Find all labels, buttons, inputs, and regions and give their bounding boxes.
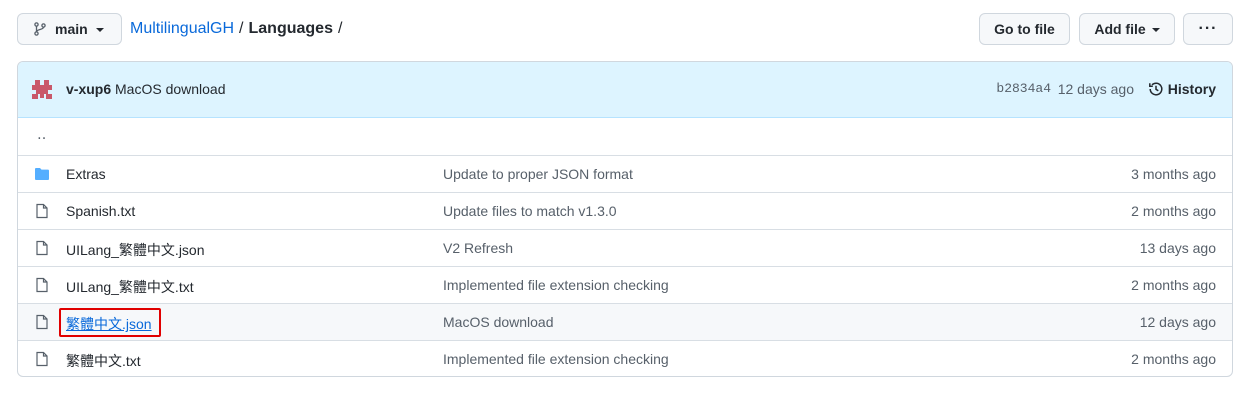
file-commit-time: 2 months ago [1131, 351, 1216, 367]
chevron-down-icon [95, 28, 104, 32]
file-commit-time: 3 months ago [1131, 166, 1216, 182]
file-row[interactable]: Spanish.txt Update files to match v1.3.0… [18, 192, 1232, 229]
avatar[interactable] [31, 79, 53, 101]
commit-author-link[interactable]: v-xup6 [66, 81, 111, 97]
file-row[interactable]: 繁體中文.txt Implemented file extension chec… [18, 340, 1232, 376]
history-button[interactable]: History [1148, 81, 1216, 97]
git-branch-icon [32, 21, 48, 37]
file-name-link[interactable]: UILang_繁體中文.json [66, 240, 205, 260]
file-icon [34, 351, 50, 367]
add-file-button[interactable]: Add file [1079, 13, 1175, 45]
file-icon [34, 314, 50, 330]
file-icon [34, 240, 50, 256]
parent-directory-link[interactable]: ‥ [37, 126, 47, 143]
file-row-highlighted[interactable]: 繁體中文.json MacOS download 12 days ago [18, 303, 1232, 340]
file-commit-time: 2 months ago [1131, 277, 1216, 293]
file-name-link[interactable]: Spanish.txt [66, 203, 135, 219]
breadcrumb-separator: / [337, 20, 343, 37]
file-commit-time: 2 months ago [1131, 203, 1216, 219]
file-row[interactable]: UILang_繁體中文.json V2 Refresh 13 days ago [18, 229, 1232, 266]
latest-commit-bar: v-xup6 MacOS download b2834a4 12 days ag… [18, 62, 1232, 118]
breadcrumb-separator: / [239, 20, 244, 37]
file-name-link[interactable]: 繁體中文.json [66, 314, 152, 334]
folder-icon [34, 166, 50, 182]
go-to-file-label: Go to file [994, 21, 1055, 37]
breadcrumb: MultilingualGH / Languages / [130, 13, 347, 45]
breadcrumb-repo-link[interactable]: MultilingualGH [130, 20, 234, 38]
branch-selector-button[interactable]: main [17, 13, 122, 45]
file-name-link[interactable]: Extras [66, 166, 106, 182]
commit-time: 12 days ago [1057, 81, 1134, 97]
file-commit-time: 12 days ago [1139, 314, 1216, 330]
branch-name: main [55, 21, 88, 37]
history-icon [1148, 81, 1164, 97]
add-file-label: Add file [1094, 21, 1146, 37]
file-commit-time: 13 days ago [1139, 240, 1216, 256]
file-name-link[interactable]: 繁體中文.txt [66, 351, 141, 371]
history-label: History [1167, 81, 1216, 97]
file-icon [34, 277, 50, 293]
file-commit-message-link[interactable]: V2 Refresh [443, 240, 513, 256]
file-row[interactable]: UILang_繁體中文.txt Implemented file extensi… [18, 266, 1232, 303]
commit-message-link[interactable]: MacOS download [115, 81, 226, 97]
go-to-file-button[interactable]: Go to file [979, 13, 1070, 45]
file-icon [34, 203, 50, 219]
file-browser: v-xup6 MacOS download b2834a4 12 days ag… [17, 61, 1233, 377]
file-commit-message-link[interactable]: Implemented file extension checking [443, 351, 669, 367]
breadcrumb-current-folder: Languages [248, 20, 333, 37]
chevron-down-icon [1151, 28, 1160, 32]
file-commit-message-link[interactable]: Implemented file extension checking [443, 277, 669, 293]
file-commit-message-link[interactable]: Update files to match v1.3.0 [443, 203, 617, 219]
parent-directory-row[interactable]: ‥ [18, 118, 1232, 155]
commit-sha-link[interactable]: b2834a4 [996, 81, 1051, 96]
repo-toolbar: main MultilingualGH / Languages / Go to … [17, 13, 1233, 45]
kebab-horizontal-icon: ··· [1198, 20, 1218, 37]
file-row[interactable]: Extras Update to proper JSON format 3 mo… [18, 155, 1232, 192]
more-options-button[interactable]: ··· [1183, 13, 1233, 45]
file-name-link[interactable]: UILang_繁體中文.txt [66, 277, 194, 297]
file-commit-message-link[interactable]: Update to proper JSON format [443, 166, 633, 182]
file-commit-message-link[interactable]: MacOS download [443, 314, 554, 330]
